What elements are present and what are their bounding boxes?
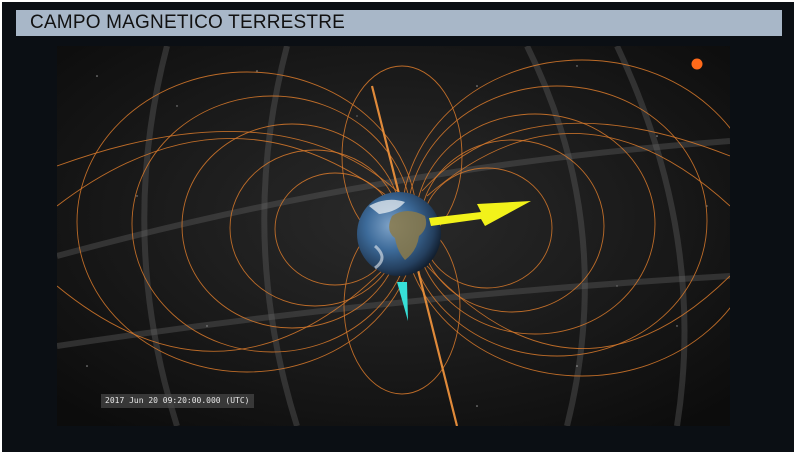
magnetic-field-viewport[interactable]: 2017 Jun 20 09:20:00.000 (UTC): [57, 46, 730, 426]
app-frame: CAMPO MAGNETICO TERRESTRE 2017 Jun 20 09…: [0, 0, 794, 452]
simulation-timestamp: 2017 Jun 20 09:20:00.000 (UTC): [101, 394, 254, 408]
page-title: CAMPO MAGNETICO TERRESTRE: [30, 12, 346, 33]
page-title-bar: CAMPO MAGNETICO TERRESTRE: [16, 10, 782, 36]
earth-globe-icon: [357, 192, 441, 276]
sun-marker-icon[interactable]: [691, 58, 703, 70]
scene-canvas: [57, 46, 730, 426]
